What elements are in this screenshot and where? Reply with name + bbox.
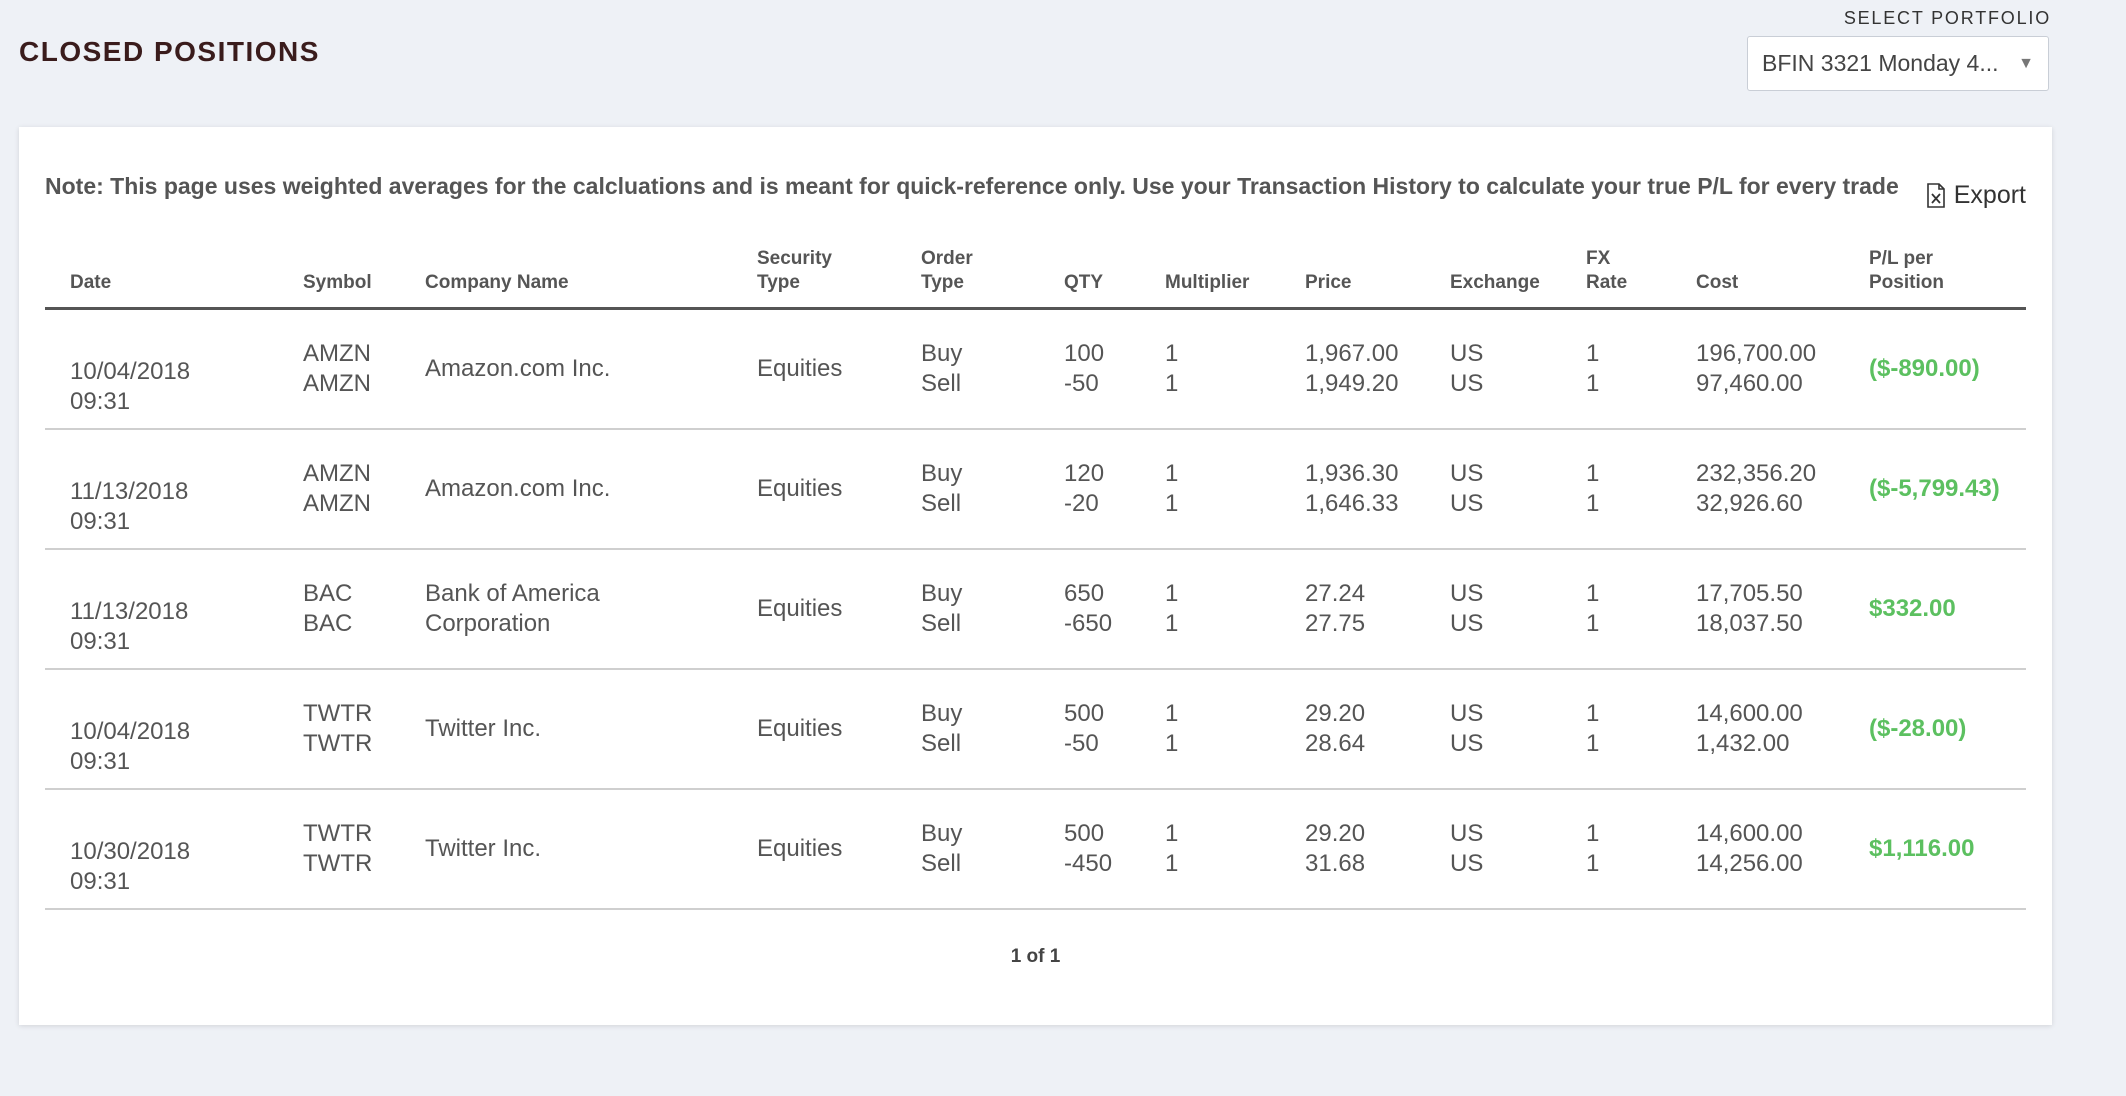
cell-qty: 650 -650 [1064, 580, 1113, 637]
cell-cost: 14,600.00 1,432.00 [1696, 700, 1803, 757]
col-qty[interactable]: QTY [1064, 271, 1103, 295]
cell-order-type: Buy Sell [921, 340, 963, 397]
cell-exchange: US US [1450, 580, 1484, 637]
cell-qty: 500 -450 [1064, 820, 1113, 877]
cell-price: 1,967.00 1,949.20 [1305, 340, 1399, 397]
cell-fx-rate: 11 [1586, 820, 1600, 877]
cell-date: 11/13/2018 09:31 [70, 478, 189, 535]
cell-multiplier: 11 [1165, 700, 1179, 757]
cell-order-type: Buy Sell [921, 820, 963, 877]
cell-cost: 196,700.00 97,460.00 [1696, 340, 1817, 397]
export-button[interactable]: Export [1926, 181, 2026, 210]
cell-symbol: TWTR TWTR [303, 820, 373, 877]
col-fx-rate[interactable]: FX Rate [1586, 247, 1627, 295]
table-row: 10/04/2018 09:31 TWTR TWTR Twitter Inc. Equit… [45, 670, 2026, 790]
cell-date: 10/04/2018 09:31 [70, 358, 191, 415]
col-symbol[interactable]: Symbol [303, 271, 372, 295]
cell-pl-per-position: ($-890.00) [1869, 355, 1980, 382]
closed-positions-table: Date Symbol Company Name Security Type Or… [45, 227, 2026, 910]
portfolio-select-value: BFIN 3321 Monday 4... [1762, 50, 1999, 76]
cell-cost: 14,600.00 14,256.00 [1696, 820, 1803, 877]
cell-multiplier: 11 [1165, 580, 1179, 637]
table-body: 10/04/2018 09:31 AMZN AMZN Amazon.com Inc. Eq… [45, 310, 2026, 910]
cell-qty: 100 -50 [1064, 340, 1105, 397]
cell-symbol: AMZN AMZN [303, 460, 371, 517]
table-row: 11/13/2018 09:31 AMZN AMZN Amazon.com Inc. Eq… [45, 430, 2026, 550]
cell-order-type: Buy Sell [921, 580, 963, 637]
cell-price: 29.20 28.64 [1305, 700, 1366, 757]
col-multiplier[interactable]: Multiplier [1165, 271, 1249, 295]
table-row: 10/30/2018 09:31 TWTR TWTR Twitter Inc. Equit… [45, 790, 2026, 910]
cell-symbol: TWTR TWTR [303, 700, 373, 757]
cell-fx-rate: 11 [1586, 340, 1600, 397]
col-cost[interactable]: Cost [1696, 271, 1738, 295]
cell-cost: 17,705.50 18,037.50 [1696, 580, 1803, 637]
col-price[interactable]: Price [1305, 271, 1351, 295]
cell-security-type: Equities [757, 595, 843, 622]
cell-company-name: Bank of America Corporation [425, 580, 600, 637]
col-pl-per-position[interactable]: P/L per Position [1869, 247, 1944, 295]
cell-exchange: US US [1450, 820, 1484, 877]
col-order-type[interactable]: Order Type [921, 247, 973, 295]
cell-date: 10/30/2018 09:31 [70, 838, 191, 895]
disclaimer-note: Note: This page uses weighted averages f… [45, 173, 1899, 199]
cell-pl-per-position: $1,116.00 [1869, 835, 1975, 862]
export-label: Export [1953, 181, 2026, 209]
cell-fx-rate: 11 [1586, 700, 1600, 757]
cell-security-type: Equities [757, 835, 843, 862]
cell-multiplier: 11 [1165, 340, 1179, 397]
cell-company-name: Amazon.com Inc. [425, 475, 611, 502]
cell-qty: 120 -20 [1064, 460, 1105, 517]
cell-company-name: Amazon.com Inc. [425, 355, 611, 382]
col-security-type[interactable]: Security Type [757, 247, 832, 295]
cell-order-type: Buy Sell [921, 460, 963, 517]
cell-cost: 232,356.20 32,926.60 [1696, 460, 1817, 517]
closed-positions-card: Note: This page uses weighted averages f… [19, 127, 2052, 1025]
col-exchange[interactable]: Exchange [1450, 271, 1540, 295]
cell-date: 10/04/2018 09:31 [70, 718, 191, 775]
cell-exchange: US US [1450, 340, 1484, 397]
col-date[interactable]: Date [70, 271, 111, 295]
cell-pl-per-position: $332.00 [1869, 595, 1956, 622]
table-row: 11/13/2018 09:31 BAC BAC Bank of America Corp… [45, 550, 2026, 670]
table-header: Date Symbol Company Name Security Type Or… [45, 227, 2026, 310]
cell-qty: 500 -50 [1064, 700, 1105, 757]
cell-multiplier: 11 [1165, 820, 1179, 877]
cell-price: 1,936.30 1,646.33 [1305, 460, 1399, 517]
cell-price: 27.24 27.75 [1305, 580, 1366, 637]
portfolio-select[interactable]: BFIN 3321 Monday 4... ▼ [1747, 36, 2049, 91]
cell-order-type: Buy Sell [921, 700, 963, 757]
cell-company-name: Twitter Inc. [425, 835, 542, 862]
cell-fx-rate: 11 [1586, 460, 1600, 517]
cell-symbol: AMZN AMZN [303, 340, 371, 397]
cell-multiplier: 11 [1165, 460, 1179, 517]
cell-date: 11/13/2018 09:31 [70, 598, 189, 655]
cell-pl-per-position: ($-5,799.43) [1869, 475, 2000, 502]
cell-fx-rate: 11 [1586, 580, 1600, 637]
chevron-down-icon: ▼ [2018, 54, 2034, 72]
cell-exchange: US US [1450, 700, 1484, 757]
table-row: 10/04/2018 09:31 AMZN AMZN Amazon.com Inc. Eq… [45, 310, 2026, 430]
page-title: CLOSED POSITIONS [19, 36, 320, 67]
cell-symbol: BAC BAC [303, 580, 353, 637]
cell-price: 29.20 31.68 [1305, 820, 1366, 877]
cell-security-type: Equities [757, 475, 843, 502]
cell-pl-per-position: ($-28.00) [1869, 715, 1967, 742]
cell-security-type: Equities [757, 715, 843, 742]
pagination: 1 of 1 [1010, 946, 1061, 967]
col-company-name[interactable]: Company Name [425, 271, 569, 295]
cell-company-name: Twitter Inc. [425, 715, 542, 742]
excel-file-icon [1926, 183, 1946, 208]
portfolio-select-label: SELECT PORTFOLIO [1843, 8, 2051, 28]
cell-security-type: Equities [757, 355, 843, 382]
cell-exchange: US US [1450, 460, 1484, 517]
closed-positions-page: CLOSED POSITIONS SELECT PORTFOLIO BFIN 3… [0, 0, 2126, 1096]
